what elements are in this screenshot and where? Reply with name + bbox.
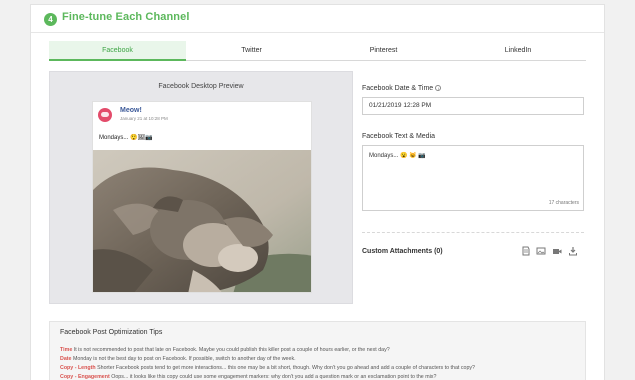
tab-linkedin[interactable]: LinkedIn [450, 41, 586, 61]
tab-facebook[interactable]: Facebook [49, 41, 186, 61]
tip-item: Date Monday is not the best day to post … [60, 356, 296, 362]
image-icon[interactable] [536, 246, 546, 256]
tab-twitter[interactable]: Twitter [186, 41, 317, 61]
tip-item: Time It is not recommended to post that … [60, 347, 390, 353]
character-count: 17 characters [548, 200, 579, 206]
tip-key: Time [60, 347, 73, 353]
tip-key: Copy - Length [60, 365, 96, 371]
tip-text: It is not recommended to post that late … [73, 347, 390, 353]
section-divider [362, 232, 584, 233]
cat-photo [93, 150, 311, 292]
tab-pinterest[interactable]: Pinterest [317, 41, 450, 61]
section-header: 4 Fine-tune Each Channel [31, 5, 604, 33]
section-title: Fine-tune Each Channel [62, 11, 190, 23]
text-media-value: Mondays... 😮 😺 📷 [369, 153, 426, 159]
custom-attachments-label: Custom Attachments (0) [362, 248, 443, 255]
tip-text: Oops... it looks like this copy could us… [111, 374, 437, 380]
info-icon[interactable]: i [435, 85, 442, 92]
tip-item: Copy - Engagement Oops... it looks like … [60, 374, 436, 380]
download-icon[interactable] [568, 246, 578, 256]
tip-text: Monday is not the best day to post on Fa… [72, 356, 296, 362]
post-date: January 21 at 10:28 PM [120, 116, 168, 121]
post-photo [93, 150, 311, 292]
datetime-label: Facebook Date & Time i [362, 85, 442, 92]
document-icon[interactable] [521, 246, 531, 256]
preview-title: Facebook Desktop Preview [158, 83, 244, 90]
datetime-input[interactable]: 01/21/2019 12:28 PM [362, 97, 584, 115]
step-number-badge: 4 [44, 13, 57, 26]
tip-key: Copy - Engagement [60, 374, 110, 380]
tip-item: Copy - Length Shorter Facebook posts ten… [60, 365, 475, 371]
text-media-label: Facebook Text & Media [362, 133, 436, 140]
optimization-tips-box: Facebook Post Optimization Tips Time It … [49, 321, 586, 380]
fine-tune-panel: 4 Fine-tune Each Channel Facebook Twitte… [30, 4, 605, 380]
facebook-preview-box: Facebook Desktop Preview Meow! January 2… [49, 71, 353, 304]
tip-text: Shorter Facebook posts tend to get more … [97, 365, 476, 371]
text-media-textarea[interactable]: Mondays... 😮 😺 📷 17 characters [362, 145, 584, 211]
facebook-post-card: Meow! January 21 at 10:28 PM Mondays... … [92, 101, 312, 293]
post-text: Mondays... 😲🖼📷 [99, 135, 153, 141]
channel-tabs: Facebook Twitter Pinterest LinkedIn [49, 41, 586, 61]
tip-key: Date [60, 356, 72, 362]
post-author-name[interactable]: Meow! [120, 107, 142, 114]
tips-title: Facebook Post Optimization Tips [60, 329, 163, 336]
video-icon[interactable] [552, 246, 562, 256]
avatar [98, 108, 112, 122]
